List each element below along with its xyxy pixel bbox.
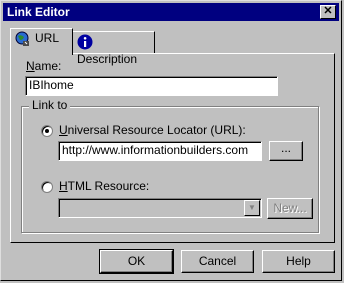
- name-input[interactable]: IBIhome: [25, 76, 278, 96]
- globe-link-icon: [15, 31, 31, 47]
- chevron-down-icon[interactable]: ▼: [244, 200, 260, 216]
- new-resource-button[interactable]: New...: [267, 198, 313, 219]
- html-resource-dropdown[interactable]: ▼: [58, 198, 262, 218]
- tab-description[interactable]: Description: [72, 31, 155, 66]
- link-to-group-title: Link to: [29, 98, 71, 112]
- info-icon: [77, 34, 93, 50]
- html-resource-radio[interactable]: [41, 181, 53, 193]
- radio-selected-dot: [45, 129, 49, 133]
- url-input[interactable]: http://www.informationbuilders.com: [58, 141, 262, 161]
- help-button[interactable]: Help: [262, 250, 335, 273]
- close-button[interactable]: ✕: [320, 5, 336, 19]
- name-label: Name:: [26, 59, 62, 73]
- dialog-title: Link Editor: [7, 5, 70, 19]
- cancel-button[interactable]: Cancel: [181, 250, 254, 273]
- close-icon: ✕: [323, 5, 333, 17]
- title-bar[interactable]: Link Editor ✕: [3, 3, 339, 21]
- html-resource-label[interactable]: HTML Resource:: [59, 179, 149, 193]
- link-editor-dialog: Link Editor ✕ URL Description Name: IBIh…: [0, 0, 342, 281]
- ok-button[interactable]: OK: [99, 249, 174, 274]
- tab-url[interactable]: URL: [10, 28, 73, 55]
- browse-url-button[interactable]: ...: [269, 141, 303, 161]
- tab-url-label: URL: [35, 31, 60, 45]
- url-radio[interactable]: [41, 125, 53, 137]
- url-radio-label[interactable]: Universal Resource Locator (URL):: [59, 123, 246, 137]
